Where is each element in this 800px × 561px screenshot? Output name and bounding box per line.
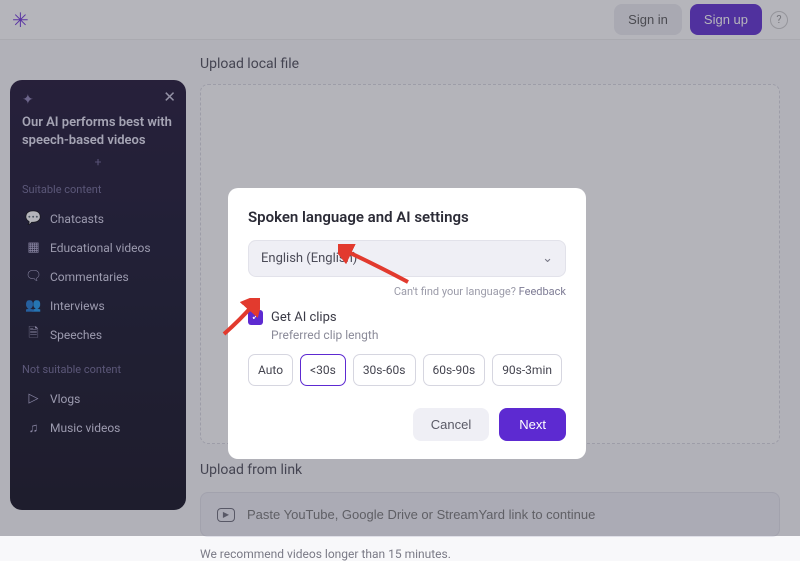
chip-lt30[interactable]: <30s — [300, 354, 346, 386]
chip-90-3m[interactable]: 90s-3min — [492, 354, 562, 386]
language-select[interactable]: English (English) ⌄ — [248, 240, 566, 277]
get-clips-row[interactable]: ✓ Get AI clips — [248, 310, 566, 325]
chip-30-60[interactable]: 30s-60s — [353, 354, 416, 386]
cant-find-text: Can't find your language? — [394, 285, 516, 298]
chip-60-90[interactable]: 60s-90s — [423, 354, 486, 386]
cant-find-row: Can't find your language? Feedback — [248, 285, 566, 298]
chevron-down-icon: ⌄ — [542, 251, 553, 266]
language-value: English (English) — [261, 251, 357, 266]
next-button[interactable]: Next — [499, 408, 566, 441]
ai-settings-modal: Spoken language and AI settings English … — [228, 188, 586, 459]
recommendation-text: We recommend videos longer than 15 minut… — [200, 547, 780, 561]
clip-length-chips: Auto <30s 30s-60s 60s-90s 90s-3min — [248, 354, 566, 386]
modal-title: Spoken language and AI settings — [248, 208, 566, 226]
cancel-button[interactable]: Cancel — [413, 408, 489, 441]
get-clips-checkbox[interactable]: ✓ — [248, 310, 263, 325]
feedback-link[interactable]: Feedback — [519, 285, 566, 298]
chip-auto[interactable]: Auto — [248, 354, 293, 386]
modal-footer: Cancel Next — [248, 408, 566, 441]
get-clips-label: Get AI clips — [271, 310, 337, 325]
pref-length-label: Preferred clip length — [271, 328, 566, 342]
